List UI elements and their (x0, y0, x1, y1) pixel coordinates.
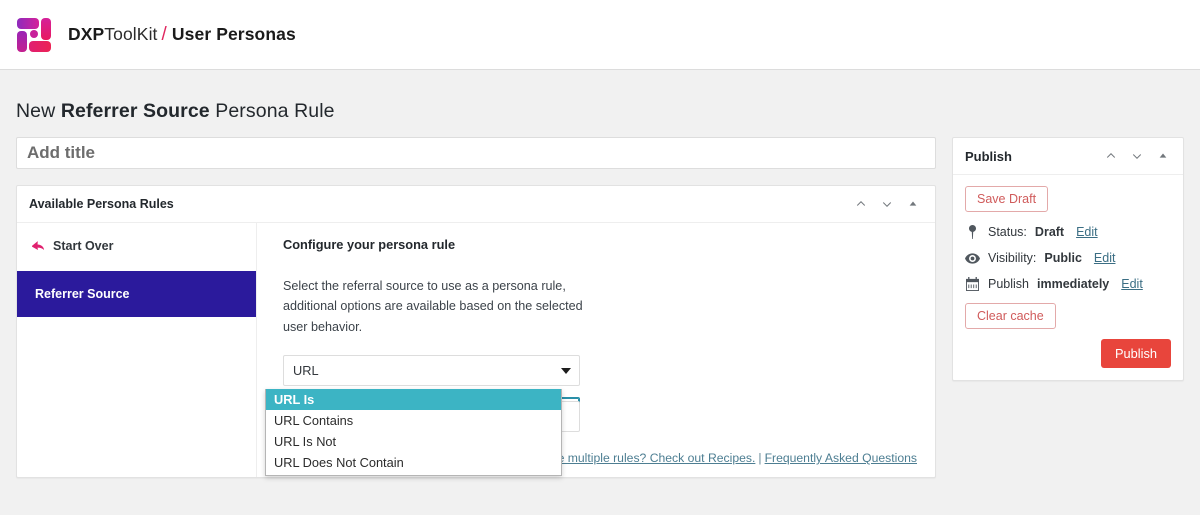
dxp-toolkit-logo-icon (14, 14, 54, 55)
side-column: Publish Save Draft Status: Draft Edit Vi… (952, 137, 1184, 381)
dropdown-option[interactable]: URL Does Not Contain (266, 452, 561, 473)
chevron-down-icon[interactable] (1125, 144, 1149, 168)
publish-panel-actions (1099, 144, 1175, 168)
sidebar-item-referrer-source[interactable]: Referrer Source (17, 271, 256, 317)
arrow-back-icon (31, 240, 46, 253)
content-layout: Available Persona Rules (16, 137, 1184, 478)
status-row-schedule: Publish immediately Edit (965, 277, 1171, 291)
sidebar-item-label: Referrer Source (35, 287, 130, 301)
caret-up-icon[interactable] (901, 192, 925, 216)
faq-link[interactable]: Frequently Asked Questions (765, 451, 917, 465)
page-title-suffix: Persona Rule (209, 100, 335, 122)
visibility-value: Public (1044, 251, 1082, 265)
publish-button[interactable]: Publish (1101, 339, 1171, 368)
brand-separator: / (161, 23, 167, 45)
chevron-down-icon[interactable] (875, 192, 899, 216)
page-body: New Referrer Source Persona Rule Availab… (0, 70, 1200, 478)
rules-panel-header: Available Persona Rules (17, 186, 935, 223)
schedule-label: Publish (988, 277, 1029, 291)
pin-icon (965, 225, 980, 239)
config-heading: Configure your persona rule (283, 237, 456, 252)
start-over-label: Start Over (53, 239, 114, 253)
brand-section: User Personas (171, 23, 296, 44)
main-column: Available Persona Rules (16, 137, 936, 478)
clear-cache-button[interactable]: Clear cache (965, 303, 1056, 329)
source-select[interactable]: URL (283, 355, 580, 387)
recipes-link[interactable]: nbine multiple rules? Check out Recipes. (535, 451, 756, 465)
visibility-edit-link[interactable]: Edit (1094, 251, 1116, 265)
chevron-up-icon[interactable] (849, 192, 873, 216)
publish-panel-body: Save Draft Status: Draft Edit Visibility… (953, 175, 1183, 380)
rules-panel-title: Available Persona Rules (29, 197, 174, 211)
source-select-value: URL (293, 363, 319, 379)
status-row-visibility: Visibility: Public Edit (965, 251, 1171, 265)
page-title-prefix: New (16, 100, 61, 122)
status-edit-link[interactable]: Edit (1076, 225, 1098, 239)
rules-panel-body: Start Over Referrer Source Configure you… (17, 223, 935, 477)
start-over-button[interactable]: Start Over (17, 231, 256, 261)
footer-links: nbine multiple rules? Check out Recipes.… (535, 451, 917, 465)
status-label: Status: (988, 225, 1027, 239)
dropdown-option[interactable]: URL Contains (266, 410, 561, 431)
post-title-input[interactable] (16, 137, 936, 169)
page-title-bold: Referrer Source (60, 100, 210, 122)
brand-name-bold: DXP (68, 23, 105, 44)
condition-select-dropdown[interactable]: URL Is URL Contains URL Is Not URL Does … (265, 389, 562, 476)
publish-panel-footer: Publish (965, 339, 1171, 368)
publish-panel-title: Publish (965, 148, 1012, 164)
save-draft-button[interactable]: Save Draft (965, 186, 1049, 212)
brand-name-light: ToolKit (104, 23, 158, 44)
footer-link-separator: | (758, 451, 762, 465)
rules-nav: Start Over Referrer Source (17, 223, 257, 477)
dropdown-option[interactable]: URL Is (266, 389, 561, 410)
dropdown-option[interactable]: URL Is Not (266, 431, 561, 452)
page-title: New Referrer Source Persona Rule (16, 100, 1184, 123)
publish-panel: Publish Save Draft Status: Draft Edit Vi… (952, 137, 1184, 381)
source-select-wrap: URL (283, 355, 580, 387)
app-header: DXPToolKit / User Personas (0, 0, 1200, 70)
brand[interactable]: DXPToolKit / User Personas (14, 14, 296, 55)
config-description: Select the referral source to use as a p… (283, 279, 583, 334)
rules-config-area: Configure your persona rule Select the r… (257, 223, 935, 477)
available-persona-rules-panel: Available Persona Rules Start Over Refer… (16, 185, 936, 478)
schedule-value: immediately (1037, 277, 1110, 291)
publish-panel-header: Publish (953, 138, 1183, 175)
caret-up-icon[interactable] (1151, 144, 1175, 168)
eye-icon (965, 252, 980, 264)
status-value: Draft (1034, 225, 1065, 239)
rules-panel-actions (849, 192, 925, 216)
status-row-status: Status: Draft Edit (965, 225, 1171, 239)
chevron-up-icon[interactable] (1099, 144, 1123, 168)
calendar-icon (965, 277, 980, 291)
schedule-edit-link[interactable]: Edit (1121, 277, 1143, 291)
visibility-label: Visibility: (988, 251, 1037, 265)
publish-status-list: Status: Draft Edit Visibility: Public Ed… (965, 225, 1171, 291)
brand-text: DXPToolKit / User Personas (68, 24, 296, 46)
